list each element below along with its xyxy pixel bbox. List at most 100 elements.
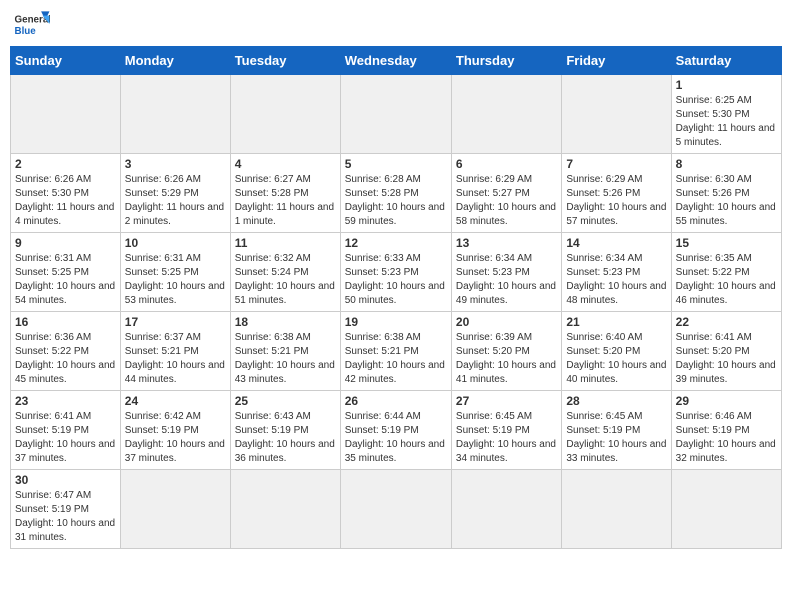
day-number: 10	[125, 236, 226, 250]
day-number: 17	[125, 315, 226, 329]
day-info: Sunrise: 6:36 AM Sunset: 5:22 PM Dayligh…	[15, 331, 116, 387]
day-number: 11	[235, 236, 336, 250]
day-info: Sunrise: 6:45 AM Sunset: 5:19 PM Dayligh…	[456, 410, 557, 466]
calendar-cell: 3 Sunrise: 6:26 AM Sunset: 5:29 PM Daylig…	[120, 154, 230, 233]
day-info: Sunrise: 6:28 AM Sunset: 5:28 PM Dayligh…	[345, 173, 447, 229]
day-info: Sunrise: 6:31 AM Sunset: 5:25 PM Dayligh…	[15, 252, 116, 308]
calendar-cell: 23Sunrise: 6:41 AM Sunset: 5:19 PM Dayli…	[11, 391, 121, 470]
day-info: Sunrise: 6:40 AM Sunset: 5:20 PM Dayligh…	[566, 331, 666, 387]
day-info: Sunrise: 6:26 AM Sunset: 5:29 PM Dayligh…	[125, 173, 226, 229]
day-number: 1	[676, 78, 777, 92]
day-number: 27	[456, 394, 557, 408]
day-number: 30	[15, 473, 116, 487]
day-number: 21	[566, 315, 666, 329]
calendar-cell	[671, 470, 781, 549]
calendar-cell: 6Sunrise: 6:29 AM Sunset: 5:27 PM Daylig…	[451, 154, 561, 233]
day-number: 3	[125, 157, 226, 171]
day-header-friday: Friday	[562, 47, 671, 75]
day-number: 24	[125, 394, 226, 408]
calendar-cell	[120, 470, 230, 549]
calendar-cell: 12 Sunrise: 6:33 AM Sunset: 5:23 PM Dayli…	[340, 233, 451, 312]
calendar-cell: 25 Sunrise: 6:43 AM Sunset: 5:19 PM Dayli…	[230, 391, 340, 470]
calendar-table: SundayMondayTuesdayWednesdayThursdayFrid…	[10, 46, 782, 549]
day-info: Sunrise: 6:33 AM Sunset: 5:23 PM Dayligh…	[345, 252, 447, 308]
day-number: 14	[566, 236, 666, 250]
day-info: Sunrise: 6:44 AM Sunset: 5:19 PM Dayligh…	[345, 410, 447, 466]
day-number: 26	[345, 394, 447, 408]
day-info: Sunrise: 6:43 AM Sunset: 5:19 PM Dayligh…	[235, 410, 336, 466]
day-info: Sunrise: 6:34 AM Sunset: 5:23 PM Dayligh…	[456, 252, 557, 308]
calendar-cell	[562, 470, 671, 549]
day-number: 15	[676, 236, 777, 250]
calendar-week-row: 30 Sunrise: 6:47 AM Sunset: 5:19 PM Dayli…	[11, 470, 782, 549]
day-header-saturday: Saturday	[671, 47, 781, 75]
calendar-cell: 15 Sunrise: 6:35 AM Sunset: 5:22 PM Dayli…	[671, 233, 781, 312]
day-header-wednesday: Wednesday	[340, 47, 451, 75]
day-info: Sunrise: 6:32 AM Sunset: 5:24 PM Dayligh…	[235, 252, 336, 308]
day-header-thursday: Thursday	[451, 47, 561, 75]
calendar-cell	[120, 75, 230, 154]
day-info: Sunrise: 6:38 AM Sunset: 5:21 PM Dayligh…	[345, 331, 447, 387]
day-info: Sunrise: 6:29 AM Sunset: 5:26 PM Dayligh…	[566, 173, 666, 229]
day-header-sunday: Sunday	[11, 47, 121, 75]
day-info: Sunrise: 6:42 AM Sunset: 5:19 PM Dayligh…	[125, 410, 226, 466]
generalblue-logo-icon: General Blue	[14, 10, 50, 38]
day-number: 5	[345, 157, 447, 171]
calendar-cell: 22 Sunrise: 6:41 AM Sunset: 5:20 PM Dayli…	[671, 312, 781, 391]
day-number: 28	[566, 394, 666, 408]
calendar-cell: 19 Sunrise: 6:38 AM Sunset: 5:21 PM Dayli…	[340, 312, 451, 391]
calendar-cell: 18Sunrise: 6:38 AM Sunset: 5:21 PM Dayli…	[230, 312, 340, 391]
calendar-cell: 9Sunrise: 6:31 AM Sunset: 5:25 PM Daylig…	[11, 233, 121, 312]
calendar-cell	[230, 75, 340, 154]
day-info: Sunrise: 6:39 AM Sunset: 5:20 PM Dayligh…	[456, 331, 557, 387]
calendar-cell	[230, 470, 340, 549]
calendar-week-row: 1 Sunrise: 6:25 AM Sunset: 5:30 PM Daylig…	[11, 75, 782, 154]
calendar-cell: 1 Sunrise: 6:25 AM Sunset: 5:30 PM Daylig…	[671, 75, 781, 154]
day-info: Sunrise: 6:27 AM Sunset: 5:28 PM Dayligh…	[235, 173, 336, 229]
svg-text:Blue: Blue	[15, 26, 37, 37]
logo: General Blue	[14, 10, 50, 38]
calendar-cell	[451, 75, 561, 154]
calendar-cell: 13Sunrise: 6:34 AM Sunset: 5:23 PM Dayli…	[451, 233, 561, 312]
calendar-cell: 5 Sunrise: 6:28 AM Sunset: 5:28 PM Daylig…	[340, 154, 451, 233]
calendar-cell	[11, 75, 121, 154]
calendar-cell: 24 Sunrise: 6:42 AM Sunset: 5:19 PM Dayli…	[120, 391, 230, 470]
calendar-cell: 7Sunrise: 6:29 AM Sunset: 5:26 PM Daylig…	[562, 154, 671, 233]
calendar-cell: 16Sunrise: 6:36 AM Sunset: 5:22 PM Dayli…	[11, 312, 121, 391]
day-number: 4	[235, 157, 336, 171]
day-info: Sunrise: 6:29 AM Sunset: 5:27 PM Dayligh…	[456, 173, 557, 229]
calendar-cell: 11 Sunrise: 6:32 AM Sunset: 5:24 PM Dayli…	[230, 233, 340, 312]
calendar-cell: 17Sunrise: 6:37 AM Sunset: 5:21 PM Dayli…	[120, 312, 230, 391]
calendar-cell	[340, 470, 451, 549]
day-info: Sunrise: 6:35 AM Sunset: 5:22 PM Dayligh…	[676, 252, 777, 308]
day-header-tuesday: Tuesday	[230, 47, 340, 75]
calendar-cell: 30 Sunrise: 6:47 AM Sunset: 5:19 PM Dayli…	[11, 470, 121, 549]
calendar-cell: 28 Sunrise: 6:45 AM Sunset: 5:19 PM Dayli…	[562, 391, 671, 470]
day-number: 25	[235, 394, 336, 408]
calendar-cell	[340, 75, 451, 154]
calendar-header-row: SundayMondayTuesdayWednesdayThursdayFrid…	[11, 47, 782, 75]
day-info: Sunrise: 6:31 AM Sunset: 5:25 PM Dayligh…	[125, 252, 226, 308]
day-number: 18	[235, 315, 336, 329]
day-number: 19	[345, 315, 447, 329]
day-header-monday: Monday	[120, 47, 230, 75]
day-info: Sunrise: 6:47 AM Sunset: 5:19 PM Dayligh…	[15, 489, 116, 545]
day-info: Sunrise: 6:45 AM Sunset: 5:19 PM Dayligh…	[566, 410, 666, 466]
calendar-cell: 20 Sunrise: 6:39 AM Sunset: 5:20 PM Dayli…	[451, 312, 561, 391]
day-number: 29	[676, 394, 777, 408]
calendar-week-row: 16Sunrise: 6:36 AM Sunset: 5:22 PM Dayli…	[11, 312, 782, 391]
calendar-cell	[451, 470, 561, 549]
day-number: 2	[15, 157, 116, 171]
day-info: Sunrise: 6:25 AM Sunset: 5:30 PM Dayligh…	[676, 94, 777, 150]
day-number: 12	[345, 236, 447, 250]
calendar-week-row: 9Sunrise: 6:31 AM Sunset: 5:25 PM Daylig…	[11, 233, 782, 312]
day-number: 20	[456, 315, 557, 329]
calendar-cell	[562, 75, 671, 154]
calendar-week-row: 2Sunrise: 6:26 AM Sunset: 5:30 PM Daylig…	[11, 154, 782, 233]
day-number: 22	[676, 315, 777, 329]
calendar-cell: 29Sunrise: 6:46 AM Sunset: 5:19 PM Dayli…	[671, 391, 781, 470]
day-info: Sunrise: 6:41 AM Sunset: 5:20 PM Dayligh…	[676, 331, 777, 387]
calendar-cell: 10 Sunrise: 6:31 AM Sunset: 5:25 PM Dayli…	[120, 233, 230, 312]
day-info: Sunrise: 6:30 AM Sunset: 5:26 PM Dayligh…	[676, 173, 777, 229]
calendar-week-row: 23Sunrise: 6:41 AM Sunset: 5:19 PM Dayli…	[11, 391, 782, 470]
